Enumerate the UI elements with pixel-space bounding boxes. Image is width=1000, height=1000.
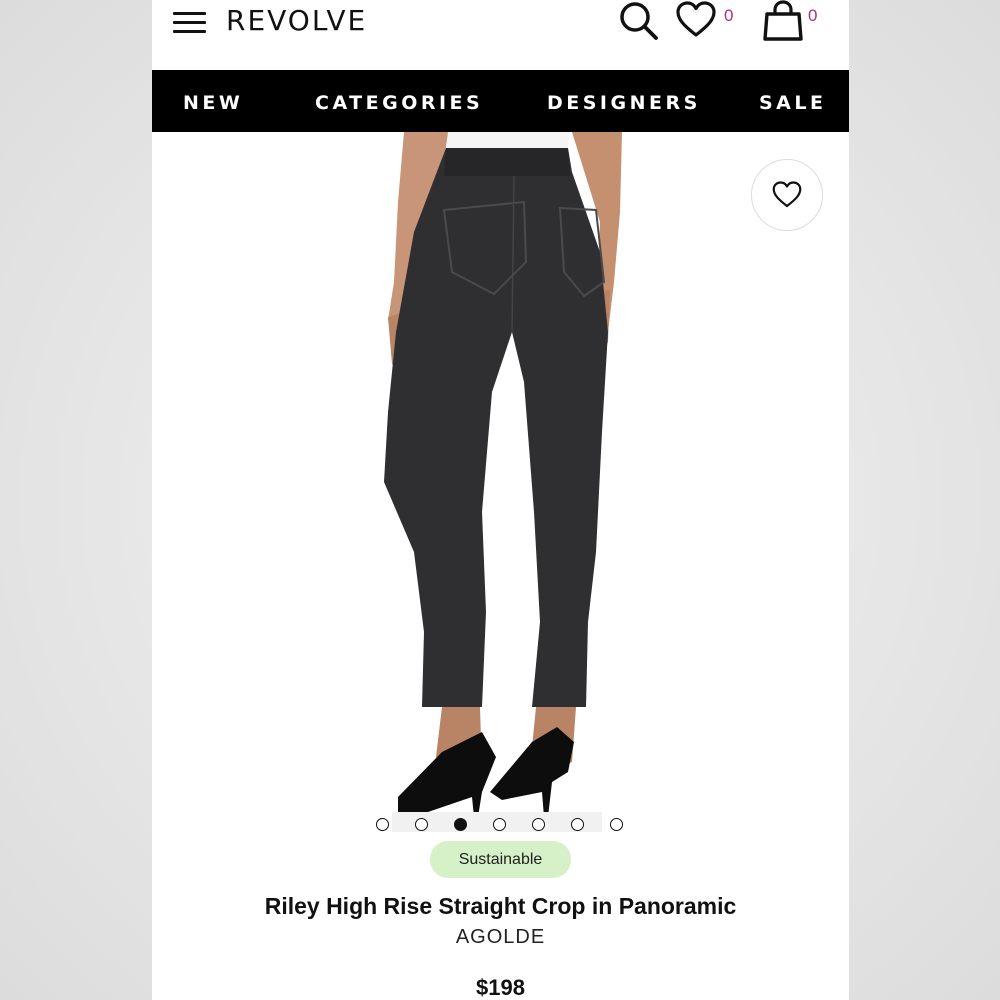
favorite-button[interactable] [751,159,823,231]
search-icon[interactable] [618,0,660,47]
product-image[interactable] [152,132,849,832]
carousel-dot[interactable] [532,818,545,831]
carousel-pagination [376,818,626,832]
wishlist-count: 0 [724,6,734,25]
cart-button[interactable] [762,0,804,47]
shopping-bag-icon [763,0,803,41]
cart-count: 0 [808,6,818,25]
nav-designers[interactable]: DESIGNERS [547,92,701,114]
carousel-dot[interactable] [376,818,389,831]
hamburger-menu-icon[interactable] [173,12,207,34]
sustainable-badge: Sustainable [430,841,571,878]
carousel-dot[interactable] [571,818,584,831]
nav-categories[interactable]: CATEGORIES [315,92,483,114]
product-page: REVOLVE 0 0 NEW CATEGORIES DESIGNERS SAL… [152,0,849,1000]
product-price: $198 [476,975,525,1000]
nav-new[interactable]: NEW [183,92,243,114]
product-brand[interactable]: AGOLDE [152,926,849,949]
wishlist-button[interactable] [675,1,717,44]
carousel-dot[interactable] [415,818,428,831]
heart-icon [772,181,802,208]
carousel-dot[interactable] [610,818,623,831]
product-title: Riley High Rise Straight Crop in Panoram… [264,893,737,919]
nav-sale[interactable]: SALE [759,92,826,114]
heart-icon [676,1,716,37]
carousel-dot-active[interactable] [454,818,467,831]
carousel-dot[interactable] [493,818,506,831]
top-bar: REVOLVE 0 0 [152,0,849,70]
site-logo[interactable]: REVOLVE [226,4,367,37]
main-nav: NEW CATEGORIES DESIGNERS SALE [152,70,849,132]
